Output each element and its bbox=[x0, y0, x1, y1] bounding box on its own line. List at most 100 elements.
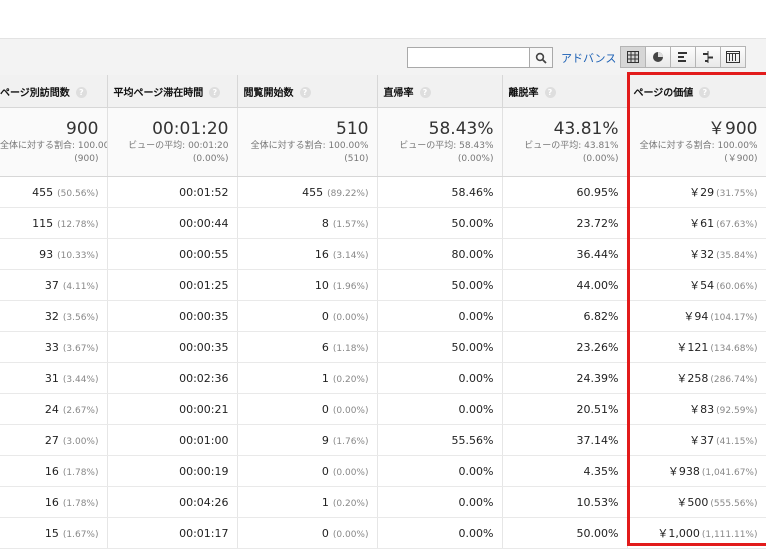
help-icon[interactable]: ? bbox=[209, 87, 221, 98]
cell-pageviews: 24 (2.67%) bbox=[0, 393, 108, 425]
header-pageviews[interactable]: ページ別訪問数? bbox=[0, 75, 108, 108]
cell-value: 10 bbox=[314, 278, 329, 292]
table-row: 93 (10.33%) 00:00:55 16 (3.14%) 80.00% 36.44% ￥… bbox=[0, 238, 766, 270]
cell-pageviews: 455 (50.56%) bbox=[0, 176, 108, 208]
cell-value: 9 bbox=[321, 433, 329, 447]
cell-percentage: (0.20%) bbox=[332, 374, 369, 385]
help-icon[interactable]: ? bbox=[299, 87, 311, 98]
total-bounce-rate: 58.43% ビューの平均: 58.43% (0.00%) bbox=[377, 107, 503, 177]
search-button[interactable] bbox=[529, 47, 553, 68]
cell-value: 16 bbox=[314, 247, 329, 261]
pivot-view-button[interactable] bbox=[720, 46, 746, 68]
bar-chart-view-button[interactable] bbox=[670, 46, 696, 68]
cell-bounce-rate: 0.00% bbox=[377, 517, 503, 549]
cell-percentage: (3.14%) bbox=[332, 250, 369, 261]
cell-value: 16 bbox=[44, 464, 59, 478]
cell-avg-time: 00:01:00 bbox=[107, 424, 238, 456]
cell-value: 00:00:35 bbox=[179, 309, 229, 323]
cell-value: 4.35% bbox=[583, 464, 619, 478]
cell-value: 0.00% bbox=[458, 402, 494, 416]
table-view-button[interactable] bbox=[620, 46, 646, 68]
cell-percentage: (12.78%) bbox=[57, 219, 99, 230]
cell-percentage: (10.33%) bbox=[57, 250, 99, 261]
table-row: 15 (1.67%) 00:01:17 0 (0.00%) 0.00% 50.00% ￥1,0… bbox=[0, 517, 766, 549]
help-icon[interactable]: ? bbox=[419, 87, 431, 98]
cell-pageviews: 16 (1.78%) bbox=[0, 486, 108, 518]
cell-pageviews: 32 (3.56%) bbox=[0, 300, 108, 332]
header-bounce-rate[interactable]: 直帰率? bbox=[377, 75, 503, 108]
cell-value: 93 bbox=[39, 247, 54, 261]
cell-value: ￥61 bbox=[689, 217, 715, 230]
cell-pageviews: 37 (4.11%) bbox=[0, 269, 108, 301]
header-label: 離脱率 bbox=[508, 87, 539, 99]
total-entrances: 510 全体に対する割合: 100.00% (510) bbox=[237, 107, 378, 177]
cell-entrances: 9 (1.76%) bbox=[237, 424, 378, 456]
cell-bounce-rate: 0.00% bbox=[377, 300, 503, 332]
cell-percentage: (3.67%) bbox=[62, 343, 99, 354]
cell-value: ￥29 bbox=[689, 186, 715, 199]
cell-entrances: 0 (0.00%) bbox=[237, 517, 378, 549]
cell-value: 0.00% bbox=[458, 495, 494, 509]
cell-pageviews: 15 (1.67%) bbox=[0, 517, 108, 549]
help-icon[interactable]: ? bbox=[75, 87, 87, 98]
header-page-value[interactable]: ページの価値? bbox=[627, 75, 766, 108]
help-icon[interactable]: ? bbox=[544, 87, 556, 98]
cell-value: 60.95% bbox=[576, 185, 619, 199]
cell-value: 37.14% bbox=[576, 433, 619, 447]
cell-bounce-rate: 58.46% bbox=[377, 176, 503, 208]
cell-pageviews: 115 (12.78%) bbox=[0, 207, 108, 239]
cell-percentage: (1.96%) bbox=[332, 281, 369, 292]
cell-percentage: (286.74%) bbox=[710, 375, 758, 385]
cell-pageviews: 93 (10.33%) bbox=[0, 238, 108, 270]
cell-page-value: ￥61 (67.63%) bbox=[627, 207, 766, 239]
cell-bounce-rate: 55.56% bbox=[377, 424, 503, 456]
cell-exit-rate: 50.00% bbox=[502, 517, 628, 549]
total-exit-rate: 43.81% ビューの平均: 43.81% (0.00%) bbox=[502, 107, 628, 177]
header-entrances[interactable]: 閲覧開始数? bbox=[237, 75, 378, 108]
cell-value: 36.44% bbox=[576, 247, 619, 261]
header-exit-rate[interactable]: 離脱率? bbox=[502, 75, 628, 108]
cell-value: 32 bbox=[44, 309, 59, 323]
table-row: 115 (12.78%) 00:00:44 8 (1.57%) 50.00% 23.72% ￥… bbox=[0, 207, 766, 239]
cell-page-value: ￥94 (104.17%) bbox=[627, 300, 766, 332]
cell-percentage: (1,111.11%) bbox=[701, 530, 758, 540]
cell-page-value: ￥37 (41.15%) bbox=[627, 424, 766, 456]
cell-exit-rate: 20.51% bbox=[502, 393, 628, 425]
cell-value: 1 bbox=[321, 495, 329, 509]
cell-value: 455 bbox=[32, 185, 54, 199]
cell-entrances: 16 (3.14%) bbox=[237, 238, 378, 270]
cell-page-value: ￥54 (60.06%) bbox=[627, 269, 766, 301]
header-label: ページ別訪問数 bbox=[0, 87, 70, 99]
cell-value: 00:04:26 bbox=[179, 495, 229, 509]
cell-percentage: (3.44%) bbox=[62, 374, 99, 385]
cell-percentage: (35.84%) bbox=[716, 251, 758, 261]
table-search-input[interactable] bbox=[407, 47, 530, 68]
cell-avg-time: 00:04:26 bbox=[107, 486, 238, 518]
advanced-filter-link[interactable]: アドバンス bbox=[561, 50, 616, 66]
pie-chart-view-button[interactable] bbox=[645, 46, 671, 68]
table-row: 24 (2.67%) 00:00:21 0 (0.00%) 0.00% 20.51% ￥83(… bbox=[0, 393, 766, 425]
cell-percentage: (3.56%) bbox=[62, 312, 99, 323]
report-table: ページ別訪問数? 平均ページ滞在時間? 閲覧開始数? 直帰率? 離脱率? ページ… bbox=[0, 75, 766, 549]
cell-bounce-rate: 0.00% bbox=[377, 486, 503, 518]
cell-avg-time: 00:01:25 bbox=[107, 269, 238, 301]
cell-avg-time: 00:00:21 bbox=[107, 393, 238, 425]
cell-value: 00:00:35 bbox=[179, 340, 229, 354]
cell-percentage: (1.18%) bbox=[332, 343, 369, 354]
cell-pageviews: 33 (3.67%) bbox=[0, 331, 108, 363]
header-label: 平均ページ滞在時間 bbox=[113, 87, 204, 99]
cell-value: 00:00:19 bbox=[179, 464, 229, 478]
cell-value: ￥121 bbox=[676, 341, 709, 354]
cell-avg-time: 00:01:52 bbox=[107, 176, 238, 208]
help-icon[interactable]: ? bbox=[699, 87, 711, 98]
cell-percentage: (555.56%) bbox=[710, 499, 758, 509]
cell-page-value: ￥500 (555.56%) bbox=[627, 486, 766, 518]
cell-value: ￥94 bbox=[683, 310, 709, 323]
cell-percentage: (67.63%) bbox=[716, 220, 758, 230]
cell-value: 58.46% bbox=[451, 185, 494, 199]
cell-value: 6.82% bbox=[583, 309, 619, 323]
comparison-view-button[interactable] bbox=[695, 46, 721, 68]
cell-percentage: (2.67%) bbox=[62, 405, 99, 416]
header-avg-time-on-page[interactable]: 平均ページ滞在時間? bbox=[107, 75, 238, 108]
cell-percentage: (1.78%) bbox=[62, 498, 99, 509]
